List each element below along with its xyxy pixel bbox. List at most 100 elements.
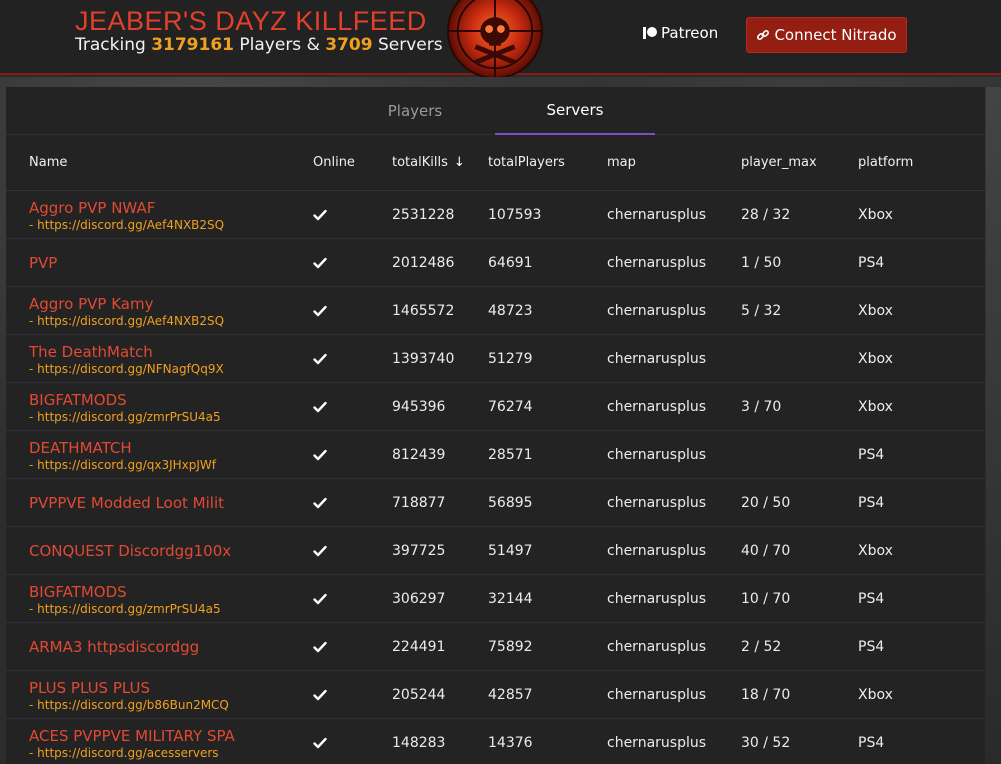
online-cell <box>313 719 327 764</box>
check-icon <box>313 545 327 557</box>
table-header: Name Online totalKills ↓ totalPlayers map… <box>6 135 985 191</box>
total-kills-cell: 812439 <box>392 447 446 463</box>
table-row[interactable]: ARMA3 httpsdiscordgg 224491 75892 cherna… <box>6 623 985 671</box>
check-icon <box>313 689 327 701</box>
column-header-name[interactable]: Name <box>29 155 67 170</box>
column-header-online[interactable]: Online <box>313 155 355 170</box>
total-players-cell: 51497 <box>488 543 533 559</box>
platform-cell: PS4 <box>858 495 885 511</box>
total-players-cell: 28571 <box>488 447 533 463</box>
server-discord-link[interactable]: - https://discord.gg/Aef4NXB2SQ <box>29 218 224 232</box>
table-row[interactable]: BIGFATMODS - https://discord.gg/zmrPrSU4… <box>6 383 985 431</box>
table-row[interactable]: PVP 2012486 64691 chernarusplus 1 / 50 P… <box>6 239 985 287</box>
check-icon <box>313 497 327 509</box>
map-cell: chernarusplus <box>607 687 707 703</box>
table-row[interactable]: Aggro PVP Kamy - https://discord.gg/Aef4… <box>6 287 985 335</box>
table-row[interactable]: DEATHMATCH - https://discord.gg/qx3JHxpJ… <box>6 431 985 479</box>
player-max-cell: 40 / 70 <box>741 543 791 559</box>
server-name-link[interactable]: CONQUEST Discordgg100x <box>29 542 231 560</box>
server-name-link[interactable]: ACES PVPPVE MILITARY SPA <box>29 727 235 745</box>
server-discord-link[interactable]: - https://discord.gg/Aef4NXB2SQ <box>29 314 224 328</box>
players-count: 3179161 <box>151 35 234 55</box>
server-name-link[interactable]: The DeathMatch <box>29 343 224 361</box>
server-name-link[interactable]: BIGFATMODS <box>29 391 221 409</box>
tab-bar: Players Servers <box>6 87 985 135</box>
total-kills-cell: 397725 <box>392 543 446 559</box>
player-max-cell: 10 / 70 <box>741 591 791 607</box>
table-row[interactable]: The DeathMatch - https://discord.gg/NFNa… <box>6 335 985 383</box>
table-row[interactable]: Aggro PVP NWAF - https://discord.gg/Aef4… <box>6 191 985 239</box>
total-players-cell: 51279 <box>488 351 533 367</box>
table-row[interactable]: CONQUEST Discordgg100x 397725 51497 cher… <box>6 527 985 575</box>
server-name-link[interactable]: Aggro PVP Kamy <box>29 295 224 313</box>
column-header-platform[interactable]: platform <box>858 155 913 170</box>
server-name-cell: Aggro PVP Kamy - https://discord.gg/Aef4… <box>29 287 224 335</box>
total-kills-cell: 1393740 <box>392 351 455 367</box>
total-players-cell: 107593 <box>488 207 542 223</box>
patreon-link[interactable]: Patreon <box>642 24 718 42</box>
total-players-cell: 48723 <box>488 303 533 319</box>
server-name-cell: BIGFATMODS - https://discord.gg/zmrPrSU4… <box>29 383 221 431</box>
total-players-cell: 64691 <box>488 255 533 271</box>
server-name-link[interactable]: ARMA3 httpsdiscordgg <box>29 638 199 656</box>
column-header-player-max[interactable]: player_max <box>741 155 817 170</box>
tab-players[interactable]: Players <box>335 87 495 135</box>
column-header-totalplayers[interactable]: totalPlayers <box>488 155 565 170</box>
servers-panel: Players Servers Name Online totalKills ↓ … <box>6 87 985 764</box>
connect-nitrado-button[interactable]: Connect Nitrado <box>746 17 907 53</box>
total-kills-cell: 718877 <box>392 495 446 511</box>
online-cell <box>313 191 327 239</box>
connect-nitrado-label: Connect Nitrado <box>774 26 897 44</box>
server-name-cell: The DeathMatch - https://discord.gg/NFNa… <box>29 335 224 383</box>
tab-servers[interactable]: Servers <box>495 87 655 135</box>
server-name-link[interactable]: PVP <box>29 254 57 272</box>
server-discord-link[interactable]: - https://discord.gg/qx3JHxpJWf <box>29 458 216 472</box>
server-name-cell: PVP <box>29 239 57 287</box>
server-discord-link[interactable]: - https://discord.gg/b86Bun2MCQ <box>29 698 229 712</box>
tracking-summary: Tracking 3179161 Players & 3709 Servers <box>75 35 443 55</box>
total-kills-cell: 2012486 <box>392 255 455 271</box>
server-name-link[interactable]: PVPPVE Modded Loot Milit <box>29 494 224 512</box>
site-header: JEABER'S DAYZ KILLFEED Tracking 3179161 … <box>0 0 1001 80</box>
platform-cell: PS4 <box>858 447 885 463</box>
column-header-totalkills[interactable]: totalKills ↓ <box>392 155 465 170</box>
table-row[interactable]: PVPPVE Modded Loot Milit 718877 56895 ch… <box>6 479 985 527</box>
check-icon <box>313 353 327 365</box>
player-max-cell: 5 / 32 <box>741 303 782 319</box>
table-row[interactable]: ACES PVPPVE MILITARY SPA - https://disco… <box>6 719 985 764</box>
player-max-cell: 18 / 70 <box>741 687 791 703</box>
patreon-icon <box>643 27 657 39</box>
online-cell <box>313 383 327 431</box>
online-cell <box>313 479 327 527</box>
platform-cell: Xbox <box>858 399 893 415</box>
platform-cell: Xbox <box>858 207 893 223</box>
server-discord-link[interactable]: - https://discord.gg/NFNagfQq9X <box>29 362 224 376</box>
check-icon <box>313 737 327 749</box>
player-max-cell: 20 / 50 <box>741 495 791 511</box>
map-cell: chernarusplus <box>607 447 707 463</box>
page-scrollbar[interactable] <box>986 87 1001 764</box>
check-icon <box>313 593 327 605</box>
server-name-cell: ARMA3 httpsdiscordgg <box>29 623 199 671</box>
server-discord-link[interactable]: - https://discord.gg/acesservers <box>29 746 235 760</box>
map-cell: chernarusplus <box>607 303 707 319</box>
server-name-link[interactable]: Aggro PVP NWAF <box>29 199 224 217</box>
site-title[interactable]: JEABER'S DAYZ KILLFEED <box>75 6 427 37</box>
table-row[interactable]: PLUS PLUS PLUS - https://discord.gg/b86B… <box>6 671 985 719</box>
server-name-cell: CONQUEST Discordgg100x <box>29 527 231 575</box>
total-players-cell: 32144 <box>488 591 533 607</box>
server-discord-link[interactable]: - https://discord.gg/zmrPrSU4a5 <box>29 410 221 424</box>
link-icon <box>757 29 770 41</box>
skull-crosshair-logo[interactable] <box>446 0 544 80</box>
total-players-cell: 14376 <box>488 735 533 751</box>
column-header-map[interactable]: map <box>607 155 636 170</box>
server-name-link[interactable]: PLUS PLUS PLUS <box>29 679 229 697</box>
server-name-link[interactable]: DEATHMATCH <box>29 439 216 457</box>
server-name-link[interactable]: BIGFATMODS <box>29 583 221 601</box>
map-cell: chernarusplus <box>607 255 707 271</box>
check-icon <box>313 401 327 413</box>
online-cell <box>313 575 327 623</box>
platform-cell: Xbox <box>858 543 893 559</box>
server-discord-link[interactable]: - https://discord.gg/zmrPrSU4a5 <box>29 602 221 616</box>
table-row[interactable]: BIGFATMODS - https://discord.gg/zmrPrSU4… <box>6 575 985 623</box>
